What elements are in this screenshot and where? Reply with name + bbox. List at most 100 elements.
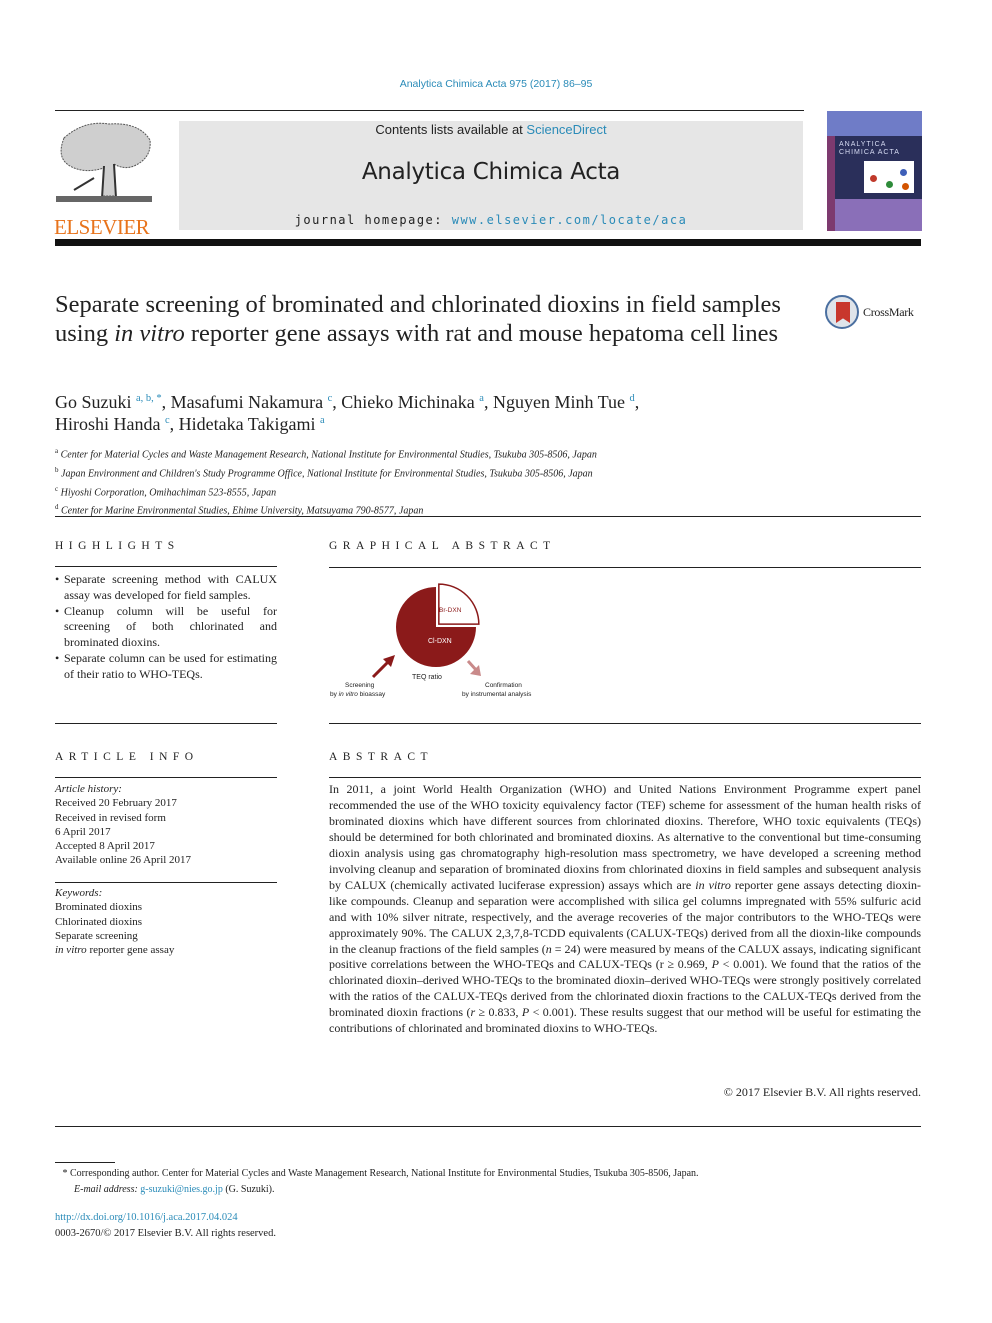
abstract-segment: ≥ 0.833, — [475, 1005, 522, 1020]
author-name[interactable]: Nguyen Minh Tue — [493, 392, 625, 412]
keyword: in vitro reporter gene assay — [55, 943, 277, 957]
keyword-italic: in vitro — [55, 944, 87, 957]
author[interactable]: Chieko Michinaka a — [341, 392, 484, 412]
journal-reference[interactable]: Analytica Chimica Acta 975 (2017) 86–95 — [0, 78, 992, 90]
history-entry: Received 20 February 2017 — [55, 797, 177, 810]
history-entry: 6 April 2017 — [55, 825, 111, 838]
author-name[interactable]: Hiroshi Handa — [55, 414, 160, 434]
article-info-heading: ARTICLE INFO — [55, 751, 199, 763]
abstract-italic: P — [711, 957, 719, 972]
author[interactable]: Masafumi Nakamura c — [171, 392, 333, 412]
header-thick-rule — [55, 239, 921, 246]
affiliation-key: d — [55, 503, 59, 512]
tree-icon — [54, 118, 154, 206]
author-affiliation-marker[interactable]: a, b, * — [136, 393, 162, 404]
author-affiliation-marker[interactable]: a — [320, 415, 325, 426]
abstract-rule — [329, 777, 921, 778]
graphical-abstract-figure[interactable]: Cl-DXN Br-DXN TEQ ratio Screening by in … — [325, 575, 565, 710]
elsevier-wordmark: ELSEVIER — [54, 215, 150, 239]
pie-slice-br-dxn — [438, 583, 480, 625]
confirmation-sublabel: by instrumental analysis — [462, 691, 532, 698]
author-separator: , — [161, 392, 171, 412]
journal-cover-thumbnail[interactable]: ANALYTICA CHIMICA ACTA — [827, 111, 922, 231]
keyword-text: reporter gene assay — [86, 944, 175, 957]
cover-top-band — [827, 111, 922, 136]
homepage-link[interactable]: www.elsevier.com/locate/aca — [452, 213, 688, 227]
doi-block: http://dx.doi.org/10.1016/j.aca.2017.04.… — [55, 1210, 276, 1242]
author-list: Go Suzuki a, b, *, Masafumi Nakamura c, … — [55, 391, 815, 435]
crossmark-button[interactable]: CrossMark — [825, 295, 925, 335]
author[interactable]: Go Suzuki a, b, * — [55, 392, 162, 412]
affiliation-key: b — [55, 465, 59, 474]
cover-dot — [870, 175, 877, 182]
article-title: Separate screening of brominated and chl… — [55, 290, 795, 348]
highlights-rule — [55, 566, 277, 567]
highlight-item: Cleanup column will be useful for screen… — [55, 604, 277, 651]
graphical-abstract-heading: GRAPHICAL ABSTRACT — [329, 540, 556, 552]
contents-line: Contents lists available at ScienceDirec… — [179, 122, 803, 137]
keyword: Separate screening — [55, 929, 138, 942]
abstract-italic: in vitro — [695, 877, 731, 892]
email-suffix: (G. Suzuki). — [222, 1184, 275, 1195]
screening-sublabel-text: bioassay — [358, 691, 386, 698]
author-name[interactable]: Go Suzuki — [55, 392, 132, 412]
keywords-rule — [55, 882, 277, 883]
highlights-bottom-rule — [55, 723, 277, 724]
abstract-heading: ABSTRACT — [329, 751, 434, 763]
highlights-list: Separate screening method with CALUX ass… — [55, 572, 277, 683]
crossmark-label: CrossMark — [863, 305, 914, 319]
crossmark-icon — [825, 295, 859, 329]
confirmation-arrow-icon — [466, 659, 481, 676]
email-link[interactable]: g-suzuki@nies.go.jp — [140, 1184, 223, 1195]
pie-label-br-dxn: Br-DXN — [439, 607, 462, 614]
screening-sublabel-italic: in vitro — [339, 691, 359, 698]
article-history-label: Article history: — [55, 783, 122, 795]
affiliation-key: a — [55, 447, 59, 455]
corresponding-text: Corresponding author. Center for Materia… — [67, 1168, 699, 1179]
keywords: Keywords: Brominated dioxins Chlorinated… — [55, 886, 277, 957]
cover-title: ANALYTICA CHIMICA ACTA — [839, 141, 900, 156]
article-info-rule — [55, 777, 277, 778]
author-name[interactable]: Masafumi Nakamura — [171, 392, 323, 412]
contents-prefix: Contents lists available at — [375, 122, 527, 137]
highlights-heading: HIGHLIGHTS — [55, 540, 180, 552]
author-separator: , — [483, 392, 493, 412]
journal-reference-link[interactable]: Analytica Chimica Acta 975 (2017) 86–95 — [400, 78, 593, 90]
homepage-line: journal homepage: www.elsevier.com/locat… — [179, 213, 803, 227]
author-name[interactable]: Chieko Michinaka — [341, 392, 474, 412]
sciencedirect-link[interactable]: ScienceDirect — [526, 122, 606, 137]
author-separator: , — [332, 392, 342, 412]
screening-arrow-icon — [371, 655, 395, 679]
author[interactable]: Hiroshi Handa c — [55, 414, 170, 434]
affiliation: c Hiyoshi Corporation, Omihachiman 523-8… — [55, 482, 855, 501]
header-rule — [55, 110, 804, 111]
article-history: Article history: Received 20 February 20… — [55, 782, 277, 868]
homepage-prefix: journal homepage: — [294, 213, 452, 227]
affiliation: b Japan Environment and Children's Study… — [55, 463, 855, 482]
keyword: Chlorinated dioxins — [55, 915, 143, 928]
history-entry: Accepted 8 April 2017 — [55, 840, 155, 853]
email-line: E-mail address: g-suzuki@nies.go.jp (G. … — [55, 1182, 935, 1198]
history-entry: Received in revised form — [55, 811, 166, 824]
author-separator: , — [634, 392, 640, 412]
keyword: Brominated dioxins — [55, 901, 143, 914]
affiliation-key: c — [55, 484, 59, 493]
journal-title: Analytica Chimica Acta — [361, 159, 621, 185]
footer-divider — [55, 1126, 921, 1127]
author[interactable]: Hidetaka Takigami a — [179, 414, 325, 434]
affiliation: a Center for Material Cycles and Waste M… — [55, 444, 855, 463]
affiliation-text: Japan Environment and Children's Study P… — [61, 468, 593, 480]
issn-line: 0003-2670/© 2017 Elsevier B.V. All right… — [55, 1228, 276, 1239]
screening-label: Screening — [345, 682, 375, 689]
abstract-text: In 2011, a joint World Health Organizati… — [329, 782, 921, 1037]
elsevier-logo[interactable]: ELSEVIER — [54, 118, 156, 239]
cover-dot — [900, 169, 907, 176]
author[interactable]: Nguyen Minh Tue d — [493, 392, 635, 412]
cover-dot — [886, 181, 893, 188]
doi-link[interactable]: http://dx.doi.org/10.1016/j.aca.2017.04.… — [55, 1210, 276, 1226]
affiliation-text: Hiyoshi Corporation, Omihachiman 523-855… — [60, 486, 277, 498]
corresponding-author-note: * Corresponding author. Center for Mater… — [55, 1166, 935, 1182]
author-name[interactable]: Hidetaka Takigami — [179, 414, 316, 434]
abstract-segment: In 2011, a joint World Health Organizati… — [329, 782, 921, 892]
cover-bottom-band — [835, 199, 922, 231]
